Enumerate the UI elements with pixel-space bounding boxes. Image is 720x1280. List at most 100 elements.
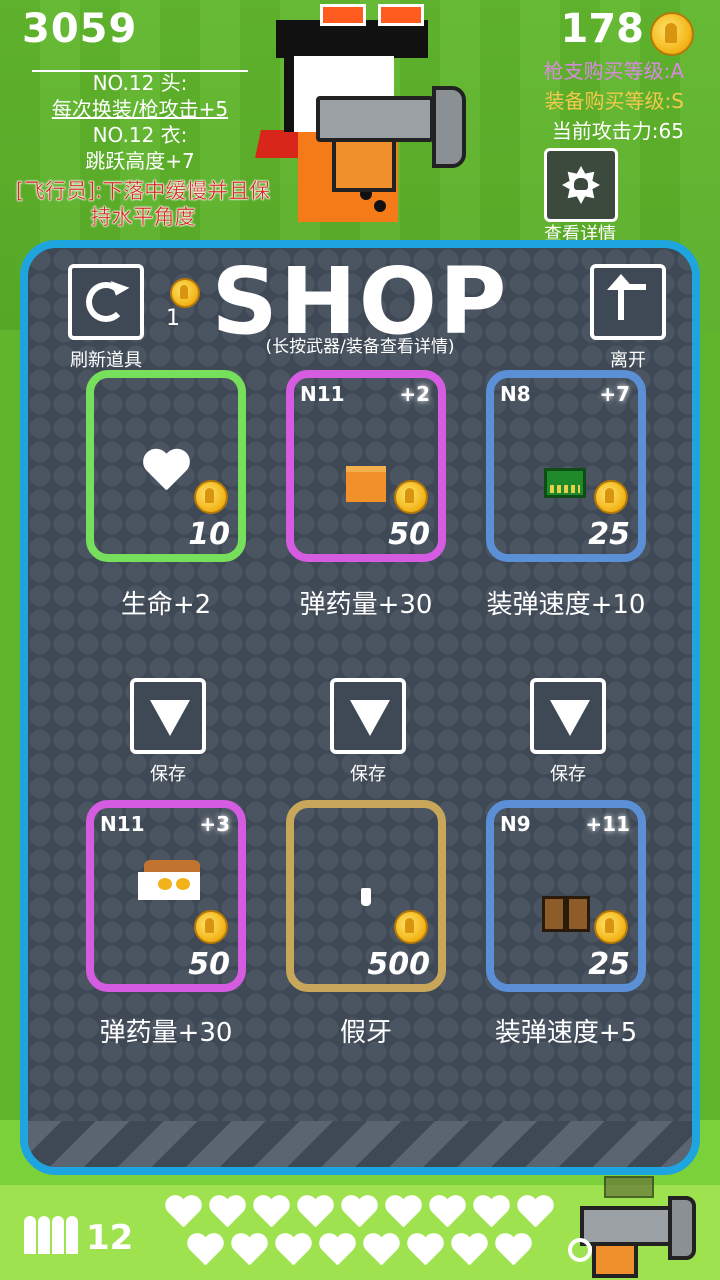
character-gun-grip	[332, 138, 396, 192]
shop-item-ammo[interactable]: N11 +2 50	[286, 370, 446, 562]
equip-body-effect: 跳跃高度+7	[85, 149, 195, 173]
shop-item-reload-2[interactable]: N9 +11 25	[486, 800, 646, 992]
save-button-2[interactable]	[330, 678, 406, 754]
tooth-icon	[361, 888, 371, 906]
heart-icon	[141, 450, 191, 494]
refresh-items-label: 刷新道具	[70, 350, 142, 371]
item-plus: +11	[585, 812, 630, 836]
current-weapon-slot[interactable]	[568, 1176, 710, 1278]
character-gun-muzzle	[432, 86, 466, 168]
secondary-pistol-icon	[604, 1176, 654, 1198]
hat-icon	[138, 860, 200, 900]
health-heart-icon	[340, 1196, 378, 1230]
item-price: 25	[588, 517, 630, 552]
price-coin-icon	[594, 910, 628, 944]
item-name: 装弹速度+10	[486, 590, 646, 620]
item-name: 生命+2	[120, 590, 212, 620]
coin-icon	[650, 12, 694, 56]
refresh-coin-icon	[170, 278, 200, 308]
health-heart-icon	[208, 1196, 246, 1230]
magazine-icon	[544, 468, 586, 498]
item-level: N9	[500, 812, 531, 836]
weapon-muzzle-icon	[668, 1196, 696, 1260]
item-price: 25	[588, 947, 630, 982]
item-name: 装弹速度+5	[494, 1018, 638, 1048]
gear-grade: 装备购买等级:S	[544, 89, 684, 113]
shop-item-reload[interactable]: N8 +7 25	[486, 370, 646, 562]
down-arrow-icon	[150, 700, 190, 736]
save-button-1[interactable]	[130, 678, 206, 754]
leave-shop-label: 离开	[610, 350, 646, 371]
price-coin-icon	[194, 910, 228, 944]
save-label-2: 保存	[350, 764, 386, 785]
shop-item-life[interactable]: 10	[86, 370, 246, 562]
weapon-select-ring	[568, 1238, 592, 1262]
health-heart-icon	[472, 1196, 510, 1230]
character-glasses	[320, 4, 428, 28]
health-heart-icon	[362, 1234, 400, 1268]
item-name: 假牙	[339, 1018, 392, 1048]
health-heart-icon	[406, 1234, 444, 1268]
equip-head-title: NO.12 头:	[92, 71, 188, 95]
ammo-count: 12	[86, 1218, 134, 1258]
price-coin-icon	[394, 480, 428, 514]
leave-shop-button[interactable]	[590, 264, 666, 340]
back-arrow-icon	[607, 274, 646, 320]
equipment-info: NO.12 头: 每次换装/枪攻击+5 NO.12 衣: 跳跃高度+7	[10, 70, 270, 174]
coin-counter: 178	[560, 6, 645, 52]
save-button-3[interactable]	[530, 678, 606, 754]
health-heart-icon	[296, 1196, 334, 1230]
price-coin-icon	[594, 480, 628, 514]
item-plus: +2	[399, 382, 430, 406]
price-coin-icon	[194, 480, 228, 514]
save-label-1: 保存	[150, 764, 186, 785]
item-price: 500	[367, 947, 430, 982]
item-price: 50	[388, 517, 430, 552]
health-heart-icon	[516, 1196, 554, 1230]
shop-panel: SHOP (长按武器/装备查看详情) 刷新道具 1 离开 10 生命+2 N11…	[20, 240, 700, 1175]
refresh-cost: 1	[166, 306, 180, 331]
item-level: N11	[100, 812, 145, 836]
health-heart-icon	[186, 1234, 224, 1268]
price-coin-icon	[394, 910, 428, 944]
stats-panel: 枪支购买等级:A 装备购买等级:S 当前攻击力:65	[544, 56, 684, 146]
health-heart-icon	[384, 1196, 422, 1230]
item-price: 10	[188, 517, 230, 552]
skull-badge-icon	[562, 166, 600, 204]
shop-hazard-stripes	[28, 1121, 692, 1167]
health-heart-icon	[450, 1234, 488, 1268]
health-heart-icon	[428, 1196, 466, 1230]
down-arrow-icon	[550, 700, 590, 736]
weapon-barrel-icon	[580, 1206, 672, 1246]
item-name: 弹药量+30	[299, 590, 433, 620]
equip-head-effect: 每次换装/枪攻击+5	[51, 97, 229, 121]
bullets-icon	[24, 1210, 78, 1254]
shop-item-hat[interactable]: N11 +3 50	[86, 800, 246, 992]
weapon-grip-icon	[592, 1242, 638, 1278]
refresh-icon	[86, 282, 126, 322]
refresh-items-button[interactable]	[68, 264, 144, 340]
item-level: N11	[300, 382, 345, 406]
item-plus: +7	[599, 382, 630, 406]
score-counter: 3059	[22, 6, 138, 52]
ammo-box-icon	[346, 466, 386, 502]
health-heart-icon	[274, 1234, 312, 1268]
item-plus: +3	[199, 812, 230, 836]
equip-body-title: NO.12 衣:	[92, 123, 188, 147]
view-details-button[interactable]	[544, 148, 618, 222]
health-heart-icon	[252, 1196, 290, 1230]
character-gun-barrel	[316, 96, 434, 142]
health-heart-icon	[230, 1234, 268, 1268]
gun-grade: 枪支购买等级:A	[543, 59, 684, 83]
save-label-3: 保存	[550, 764, 586, 785]
item-price: 50	[188, 947, 230, 982]
perk-note: [飞行员]:下落中缓慢并且保持水平角度	[15, 179, 271, 229]
down-arrow-icon	[350, 700, 390, 736]
attack-power: 当前攻击力:65	[551, 119, 684, 143]
health-heart-icon	[494, 1234, 532, 1268]
crate-icon	[542, 896, 590, 932]
item-level: N8	[500, 382, 531, 406]
health-heart-icon	[164, 1196, 202, 1230]
shop-item-false-teeth[interactable]: 500	[286, 800, 446, 992]
item-name: 弹药量+30	[99, 1018, 233, 1048]
